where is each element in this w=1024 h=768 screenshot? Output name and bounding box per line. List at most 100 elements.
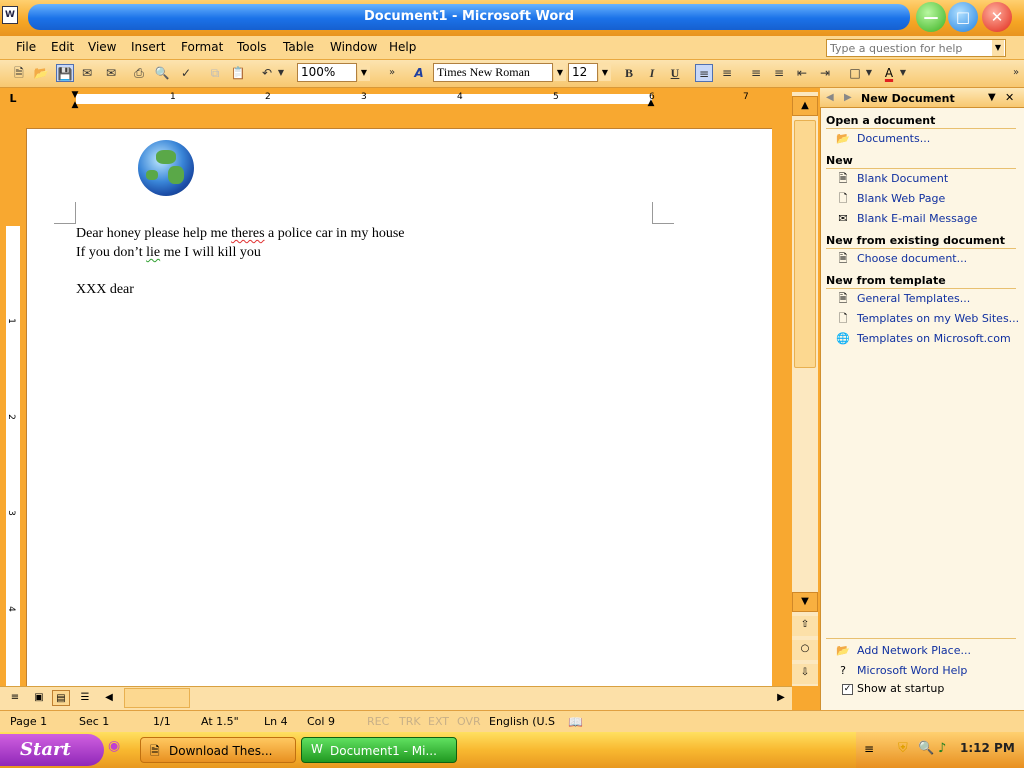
align-left-icon[interactable]: ≡ (695, 64, 713, 82)
clock[interactable]: 1:12 PM (960, 741, 1015, 755)
scroll-down-arrow-icon[interactable]: ▼ (792, 592, 818, 612)
task-pane-close-icon[interactable]: ✕ (1005, 91, 1014, 104)
task-pane-title[interactable]: New Document (861, 92, 955, 105)
border-dropdown-icon[interactable]: ▼ (864, 64, 874, 82)
tray-network-icon[interactable]: ≡ (864, 742, 874, 756)
link-add-network-place[interactable]: Add Network Place... (857, 644, 971, 657)
previous-page-icon[interactable]: ⇧ (792, 616, 818, 636)
border-icon[interactable]: □ (846, 64, 864, 82)
align-center-icon[interactable]: ≡ (718, 64, 736, 82)
font-select[interactable]: Times New Roman (433, 63, 553, 82)
forward-arrow-icon[interactable]: ▶ (844, 92, 852, 103)
print-preview-icon[interactable]: 🔍 (153, 64, 171, 82)
misspelled-word[interactable]: theres (231, 226, 264, 241)
tray-shield-icon[interactable]: ⛨ (898, 741, 908, 756)
font-color-icon[interactable]: A (880, 64, 898, 82)
spelling-icon[interactable]: ✓ (177, 64, 195, 82)
menu-file[interactable]: File (16, 40, 36, 54)
styles-icon[interactable]: A (410, 64, 428, 82)
taskbar-item-word[interactable]: Document1 - Mi... (301, 737, 457, 763)
menu-view[interactable]: View (88, 40, 116, 54)
vertical-ruler[interactable]: 1 2 3 4 (6, 120, 20, 686)
indent-marker-icon[interactable]: ▼ ▲ (70, 90, 80, 110)
link-templates-microsoft[interactable]: Templates on Microsoft.com (857, 332, 1011, 345)
font-size-dropdown-icon[interactable]: ▼ (599, 64, 611, 81)
scroll-right-arrow-icon[interactable]: ▶ (772, 690, 790, 706)
task-pane-menu-icon[interactable]: ▼ (988, 92, 996, 103)
menu-help[interactable]: Help (389, 40, 416, 54)
font-dropdown-icon[interactable]: ▼ (554, 64, 566, 81)
document-line-1[interactable]: Dear honey please help me theres a polic… (76, 226, 405, 242)
menu-table[interactable]: Table (283, 40, 314, 54)
show-at-startup-checkbox[interactable]: ✓ (842, 684, 853, 695)
link-general-templates[interactable]: General Templates... (857, 292, 970, 305)
taskbar-item-download[interactable]: Download Thes... (140, 737, 296, 763)
link-blank-document[interactable]: Blank Document (857, 172, 948, 185)
status-ovr[interactable]: OVR (457, 715, 481, 728)
next-page-icon[interactable]: ⇩ (792, 664, 818, 684)
font-color-dropdown-icon[interactable]: ▼ (898, 64, 908, 82)
close-button[interactable]: ✕ (982, 2, 1012, 32)
menu-tools[interactable]: Tools (237, 40, 267, 54)
undo-dropdown-icon[interactable]: ▼ (276, 64, 286, 82)
underline-button[interactable]: U (666, 64, 684, 82)
web-layout-view-icon[interactable]: ▣ (30, 690, 48, 706)
undo-icon[interactable]: ↶ (258, 64, 276, 82)
italic-button[interactable]: I (643, 64, 661, 82)
link-choose-document[interactable]: Choose document... (857, 252, 967, 265)
scroll-up-arrow-icon[interactable]: ▲ (792, 96, 818, 116)
email-icon[interactable]: ✉ (102, 64, 120, 82)
tab-selector[interactable]: L (6, 92, 20, 106)
link-documents[interactable]: Documents... (857, 132, 930, 145)
save-icon[interactable]: 💾 (56, 64, 74, 82)
horizontal-scroll-thumb[interactable] (124, 688, 190, 708)
increase-indent-icon[interactable]: ⇥ (816, 64, 834, 82)
help-search-input[interactable] (826, 39, 1006, 57)
globe-clipart-image[interactable] (138, 140, 194, 196)
word-app-icon[interactable]: W (2, 6, 18, 24)
toolbar-options-icon[interactable]: » (1010, 64, 1022, 82)
select-browse-object-icon[interactable]: ○ (792, 640, 818, 660)
print-icon[interactable]: ⎙ (130, 64, 148, 82)
outline-view-icon[interactable]: ☰ (76, 690, 94, 706)
tray-volume-icon[interactable]: ♪ (938, 741, 946, 756)
title-bar[interactable]: W Document1 - Microsoft Word — □ ✕ (0, 0, 1024, 36)
vertical-scroll-thumb[interactable] (794, 120, 816, 368)
grammar-flagged-word[interactable]: lie (146, 245, 160, 260)
decrease-indent-icon[interactable]: ⇤ (793, 64, 811, 82)
bullets-icon[interactable]: ≡ (770, 64, 788, 82)
menu-insert[interactable]: Insert (131, 40, 165, 54)
right-indent-marker-icon[interactable]: ▲ (646, 98, 656, 108)
scroll-left-arrow-icon[interactable]: ◀ (100, 690, 118, 706)
font-size-select[interactable]: 12 (568, 63, 598, 82)
open-folder-icon[interactable]: 📂 (32, 64, 50, 82)
paste-icon[interactable]: 📋 (229, 64, 247, 82)
zoom-dropdown-icon[interactable]: ▼ (358, 64, 370, 81)
more-buttons-icon[interactable]: » (386, 64, 398, 82)
horizontal-scrollbar[interactable] (0, 686, 792, 710)
menu-format[interactable]: Format (181, 40, 223, 54)
link-blank-web-page[interactable]: Blank Web Page (857, 192, 945, 205)
link-word-help[interactable]: Microsoft Word Help (857, 664, 967, 677)
status-trk[interactable]: TRK (399, 715, 421, 728)
start-button[interactable]: Start (0, 734, 104, 766)
zoom-select[interactable]: 100% (297, 63, 357, 82)
numbering-icon[interactable]: ≡ (747, 64, 765, 82)
normal-view-icon[interactable]: ≡ (6, 690, 24, 706)
permission-icon[interactable]: ✉ (78, 64, 96, 82)
tray-search-icon[interactable]: 🔍 (918, 741, 934, 756)
new-document-icon[interactable]: 🗎 (10, 64, 28, 82)
back-arrow-icon[interactable]: ◀ (826, 92, 834, 103)
status-ext[interactable]: EXT (428, 715, 449, 728)
spelling-status-icon[interactable]: 📖 (568, 715, 583, 729)
link-blank-email[interactable]: Blank E-mail Message (857, 212, 977, 225)
minimize-button[interactable]: — (916, 2, 946, 32)
document-line-2[interactable]: If you don’t lie me I will kill you (76, 245, 261, 261)
horizontal-ruler[interactable]: 1 2 3 4 5 6 7 (26, 92, 770, 104)
menu-edit[interactable]: Edit (51, 40, 74, 54)
menu-window[interactable]: Window (330, 40, 377, 54)
quick-launch-icon[interactable]: ◉ (108, 738, 128, 762)
copy-icon[interactable]: ⧉ (206, 64, 224, 82)
link-templates-web-sites[interactable]: Templates on my Web Sites... (857, 312, 1019, 325)
restore-button[interactable]: □ (948, 2, 978, 32)
